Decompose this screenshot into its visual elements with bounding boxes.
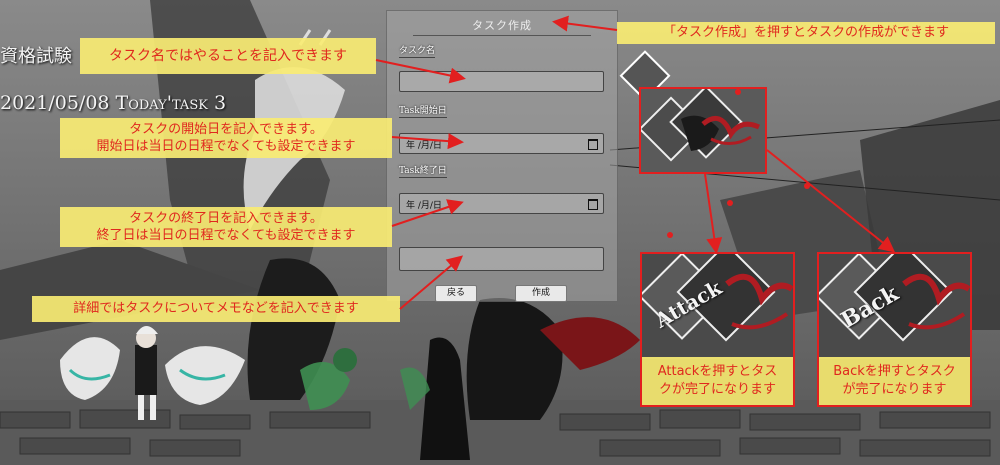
note-task-name: タスク名ではやることを記入できます	[80, 38, 376, 74]
task-create-panel: タスク作成 タスク名 Task開始日 年 /月/日 Task終了日 年 /月/日…	[386, 10, 618, 302]
task-icons-highlight	[639, 87, 767, 174]
back-caption: Backを押すとタスク が完了になります	[819, 357, 970, 405]
title-divider	[413, 35, 591, 36]
calendar-icon[interactable]	[588, 199, 598, 210]
attack-card[interactable]: Attack Attackを押すとタス クが完了になります	[640, 252, 795, 407]
note-start-line2: 開始日は当日の日程でなくても設定できます	[96, 139, 356, 154]
end-date-value: 年 /月/日	[406, 201, 442, 211]
attack-caption-line1: Attackを押すとタス	[657, 364, 778, 379]
back-card[interactable]: Back Backを押すとタスク が完了になります	[817, 252, 972, 407]
note-detail: 詳細ではタスクについてメモなどを記入できます	[32, 296, 400, 322]
note-start-date: タスクの開始日を記入できます。 開始日は当日の日程でなくても設定できます	[60, 118, 392, 158]
panel-title[interactable]: タスク作成	[387, 17, 617, 33]
note-end-line1: タスクの終了日を記入できます。	[129, 211, 323, 226]
note-end-line2: 終了日は当日の日程でなくても設定できます	[96, 228, 356, 243]
today-task-heading: 2021/05/08 Today'task 3	[0, 92, 227, 114]
app-title: 資格試験	[0, 46, 72, 67]
detail-textarea[interactable]	[399, 247, 604, 271]
note-start-line1: タスクの開始日を記入できます。	[129, 122, 323, 137]
start-date-input[interactable]: 年 /月/日	[399, 133, 604, 154]
end-date-input[interactable]: 年 /月/日	[399, 193, 604, 214]
back-caption-line2: が完了になります	[842, 382, 947, 397]
back-button[interactable]: 戻る	[435, 285, 477, 302]
task-name-input[interactable]	[399, 71, 604, 92]
end-date-label: Task終了日	[399, 163, 447, 178]
create-button[interactable]: 作成	[515, 285, 567, 302]
attack-caption-line2: クが完了になります	[658, 382, 776, 397]
back-caption-line1: Backを押すとタスク	[833, 364, 956, 379]
calendar-icon[interactable]	[588, 139, 598, 150]
start-date-label: Task開始日	[399, 103, 447, 118]
note-end-date: タスクの終了日を記入できます。 終了日は当日の日程でなくても設定できます	[60, 207, 392, 247]
start-date-value: 年 /月/日	[406, 141, 442, 151]
task-name-label: タスク名	[399, 43, 436, 58]
attack-caption: Attackを押すとタス クが完了になります	[642, 357, 793, 405]
note-create: 「タスク作成」を押すとタスクの作成ができます	[617, 22, 995, 44]
